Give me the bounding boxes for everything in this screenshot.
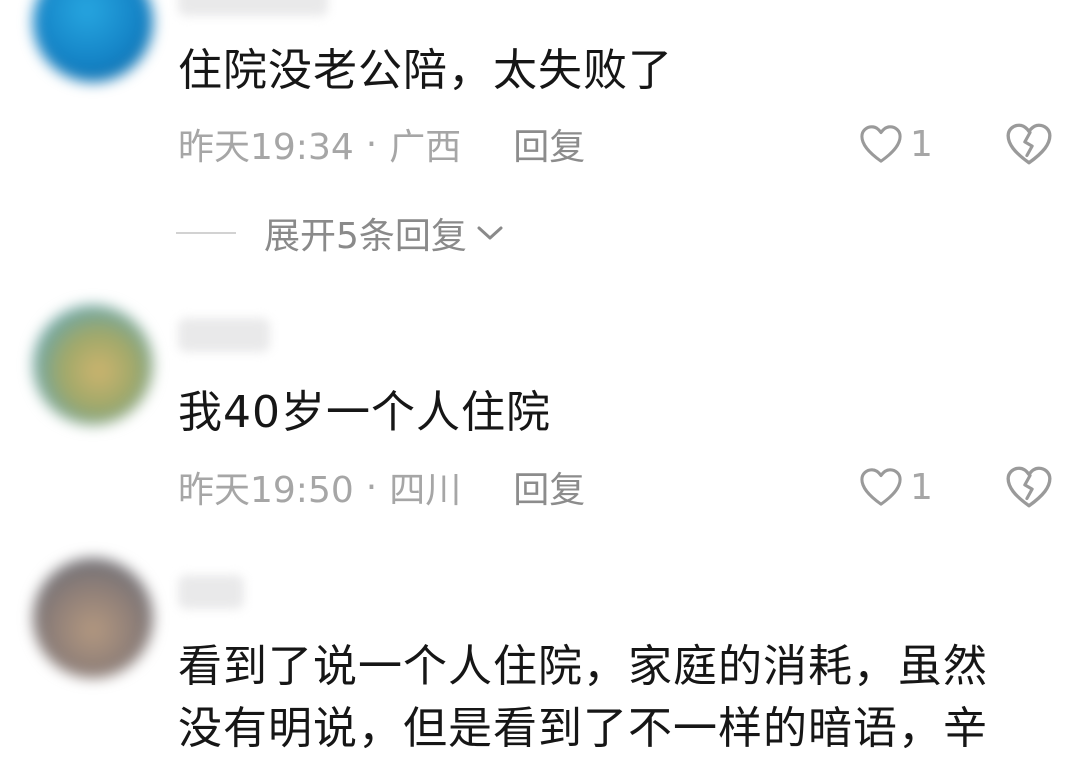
comment-list: 住院没老公陪，太失败了 昨天19:34 · 广西 回复 1 展开5条回复 我40…: [0, 0, 1080, 760]
comment-text: 看到了说一个人住院，家庭的消耗，虽然 没有明说，但是看到了不一样的暗语，辛: [178, 641, 988, 754]
comment-item: 看到了说一个人住院，家庭的消耗，虽然 没有明说，但是看到了不一样的暗语，辛: [0, 0, 1080, 760]
avatar[interactable]: [33, 558, 153, 678]
username-blurred[interactable]: [178, 575, 244, 609]
